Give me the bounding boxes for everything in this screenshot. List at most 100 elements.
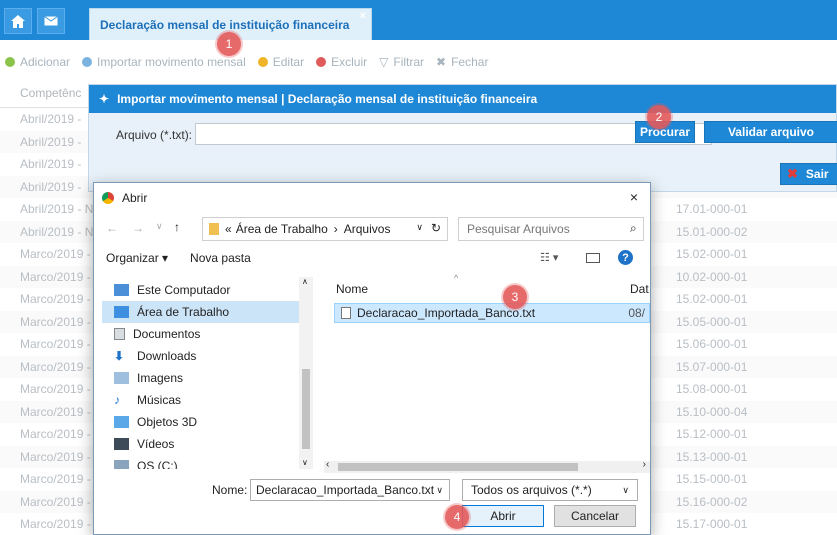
column-header-date[interactable]: Dat	[630, 282, 649, 296]
row-competencia: Marco/2019 -	[20, 404, 91, 419]
nav-item-computer[interactable]: Este Computador	[102, 279, 306, 301]
close-button[interactable]: ✖ Fechar	[436, 55, 488, 69]
top-bar: Declaração mensal de instituição finance…	[0, 0, 837, 40]
chrome-icon	[102, 192, 114, 204]
command-bar: Organizar ▾ Nova pasta ☷ ▾ ?	[94, 245, 650, 271]
exit-x-icon: ✖	[787, 166, 798, 181]
file-name: Declaracao_Importada_Banco.txt	[357, 306, 536, 320]
dialog-title: Abrir	[122, 191, 148, 205]
address-bar: ← → ∨ ↑ « Área de Trabalho › Arquivos ∨ …	[102, 217, 644, 241]
h-scroll-thumb[interactable]	[338, 463, 578, 471]
dialog-close-icon[interactable]: ×	[630, 189, 638, 205]
validate-button[interactable]: Validar arquivo	[704, 121, 837, 143]
filter-label: Filtrar	[393, 55, 425, 69]
forward-arrow-icon[interactable]: →	[132, 221, 144, 235]
row-competencia: Marco/2019 -	[20, 337, 91, 351]
objects3d-icon	[114, 416, 129, 428]
filename-dropdown-icon[interactable]: ∨	[436, 485, 443, 496]
add-label: Adicionar	[20, 55, 71, 69]
nav-item-drive[interactable]: OS (C:)	[102, 455, 306, 469]
edit-icon	[257, 57, 268, 67]
path-box[interactable]: « Área de Trabalho › Arquivos ∨ ↻	[202, 217, 448, 241]
path-segment-desktop[interactable]: Área de Trabalho	[236, 222, 328, 236]
history-chevron-icon[interactable]: ∨	[156, 221, 163, 232]
filetype-value: Todos os arquivos (*.*)	[471, 483, 592, 497]
nav-label: OS (C:)	[137, 459, 178, 469]
text-file-icon	[341, 307, 351, 319]
filter-button[interactable]: ▽ Filtrar	[379, 55, 424, 69]
step-badge-4: 4	[445, 505, 469, 529]
filename-value: Declaracao_Importada_Banco.txt	[256, 483, 435, 497]
delete-button[interactable]: Excluir	[316, 55, 367, 69]
search-input[interactable]: Pesquisar Arquivos	[458, 217, 644, 241]
edit-label: Editar	[272, 55, 305, 69]
tab-close-icon[interactable]: ×	[360, 10, 366, 22]
nav-item-documents[interactable]: Documentos	[102, 323, 306, 345]
mail-icon[interactable]	[37, 8, 65, 34]
close-x-icon: ✖	[436, 55, 447, 69]
navigation-pane: Este Computador Área de Trabalho Documen…	[102, 277, 306, 469]
back-arrow-icon[interactable]: ←	[106, 221, 118, 235]
filename-row: Nome: Declaracao_Importada_Banco.txt ∨ T…	[94, 479, 650, 503]
step-badge-2: 2	[647, 105, 671, 129]
scroll-right-icon[interactable]: ›	[643, 459, 646, 470]
documents-icon	[114, 328, 125, 340]
videos-icon	[114, 438, 129, 450]
search-icon[interactable]: ⌕	[630, 221, 637, 236]
row-code: 15.10-000-04	[676, 404, 748, 419]
images-icon	[114, 372, 129, 384]
edit-button[interactable]: Editar	[257, 55, 305, 69]
exit-button[interactable]: ✖ Sair	[780, 163, 837, 185]
nav-label: Este Computador	[137, 283, 231, 297]
downloads-icon: ⬇	[114, 349, 125, 363]
help-icon[interactable]: ?	[618, 250, 633, 265]
path-root: «	[225, 222, 232, 236]
nav-label: Imagens	[137, 371, 184, 385]
organize-button[interactable]: Organizar ▾	[106, 251, 168, 265]
open-file-dialog: Abrir × ← → ∨ ↑ « Área de Trabalho › Arq…	[93, 182, 651, 535]
nav-label: Vídeos	[137, 437, 175, 451]
refresh-icon[interactable]: ↻	[431, 221, 441, 235]
nav-item-videos[interactable]: Vídeos	[102, 433, 306, 455]
row-code: 15.12-000-01	[676, 427, 748, 441]
filename-input[interactable]: Declaracao_Importada_Banco.txt ∨	[250, 479, 450, 501]
scroll-up-icon[interactable]: ∧	[302, 277, 308, 286]
scroll-thumb[interactable]	[302, 369, 310, 449]
open-button[interactable]: Abrir	[462, 505, 544, 527]
path-segment-arquivos[interactable]: Arquivos	[344, 222, 391, 236]
music-icon: ♪	[114, 393, 120, 407]
row-competencia: Marco/2019 -	[20, 314, 91, 329]
horizontal-scrollbar[interactable]: ‹ ›	[324, 459, 650, 473]
filetype-dropdown-icon: ∨	[622, 484, 629, 495]
nav-label: Documentos	[133, 327, 201, 341]
path-dropdown-icon[interactable]: ∨	[416, 222, 423, 233]
row-competencia: Abril/2019 - N	[20, 224, 94, 239]
sort-caret-icon: ^	[454, 273, 459, 283]
dialog-titlebar: Abrir	[94, 183, 650, 213]
nav-item-downloads[interactable]: ⬇ Downloads	[102, 345, 306, 367]
row-competencia: Marco/2019 -	[20, 269, 91, 284]
add-button[interactable]: Adicionar	[5, 55, 70, 69]
row-code: 15.01-000-02	[676, 224, 748, 239]
view-options-icon[interactable]: ☷ ▾	[540, 251, 558, 264]
folder-icon	[209, 223, 219, 235]
nav-scrollbar[interactable]: ∧ ∨	[299, 277, 313, 469]
nav-item-desktop[interactable]: Área de Trabalho	[102, 301, 306, 323]
filetype-select[interactable]: Todos os arquivos (*.*) ∨	[462, 479, 638, 501]
up-arrow-icon[interactable]: ↑	[174, 220, 180, 234]
cancel-button[interactable]: Cancelar	[554, 505, 636, 527]
nav-item-music[interactable]: ♪ Músicas	[102, 389, 306, 411]
preview-pane-icon[interactable]	[586, 253, 600, 263]
home-icon[interactable]	[4, 8, 32, 34]
import-button[interactable]: Importar movimento mensal	[82, 55, 246, 69]
drive-icon	[114, 460, 129, 469]
row-competencia: Abril/2019 -	[20, 157, 82, 171]
row-code: 15.15-000-01	[676, 472, 748, 486]
column-header-name[interactable]: Nome	[336, 282, 368, 296]
scroll-left-icon[interactable]: ‹	[326, 459, 329, 470]
nav-item-images[interactable]: Imagens	[102, 367, 306, 389]
file-row[interactable]: Declaracao_Importada_Banco.txt 08/	[334, 303, 650, 323]
new-folder-button[interactable]: Nova pasta	[190, 251, 251, 265]
nav-item-3d[interactable]: Objetos 3D	[102, 411, 306, 433]
scroll-down-icon[interactable]: ∨	[302, 458, 308, 467]
